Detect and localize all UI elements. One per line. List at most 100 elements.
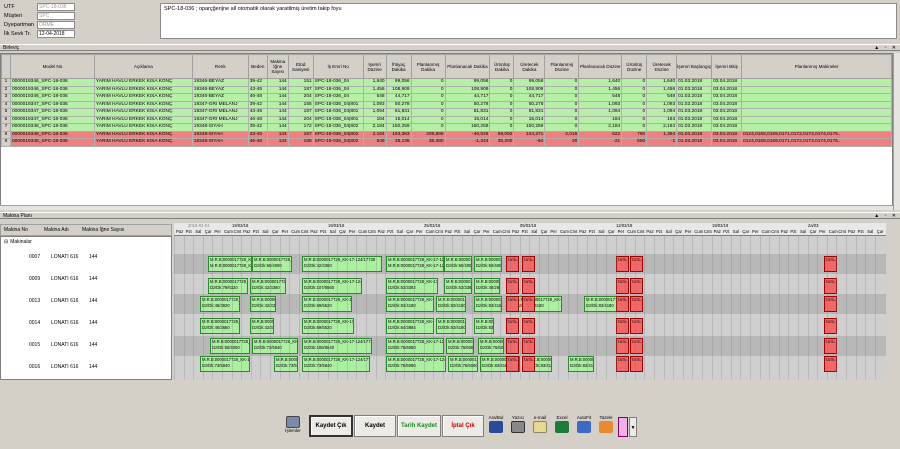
memo-field[interactable]: SPC-18-036 ; oparçğerijne all otomatik o… [160,3,897,39]
cell-bit[interactable]: 03.04.2018 [711,85,743,94]
cell-plncd[interactable]: 1,456 [578,85,623,94]
column-header-14[interactable]: Planlanacak Düzine [578,54,623,79]
kaydet-cik-button[interactable]: Kaydet Çık [309,415,353,437]
cell-urun[interactable]: 0 [489,100,515,109]
cell-duz[interactable]: 1,640 [362,78,387,87]
cell-urund[interactable]: 790 [621,130,648,139]
cell-desc[interactable]: YARIM HAVLU ERKEK KISA KONÇ [93,93,193,102]
cell-ihtiyac[interactable]: 15,014 [385,115,412,124]
tatil-block[interactable]: TATİL [616,356,629,372]
cell-etud[interactable]: 168 [287,138,314,147]
cell-beden[interactable]: 39-42 [247,123,268,132]
cell-urun[interactable]: 0 [489,115,515,124]
cell-renk[interactable]: 19346-BEYAZ [191,78,249,87]
cell-uretd[interactable]: 1,640 [646,78,678,87]
cell-renk[interactable]: 19347-GRİ MELANJ [191,100,249,109]
cell-model[interactable]: 0000019348_SPC-18-036 [9,138,95,147]
ara-bul-button[interactable]: Ara/Bul [486,415,506,439]
cell-uret[interactable]: 99,056 [513,78,546,87]
plan-bar[interactable]: M.R.B:0000017728_KK-17-124/17728Dz/Dk:48… [474,278,500,294]
cell-bas[interactable]: 01.03.2018 [676,93,713,102]
cell-urun[interactable]: 59,092 [489,130,515,139]
cell-igne[interactable]: 144 [266,138,289,147]
cell-uretd[interactable]: 2,184 [646,123,678,132]
table-row[interactable]: 8 0000019348_SPC-18-036 YARIM HAVLU ERKEK … [1,130,892,139]
tatil-block[interactable]: TATİL [630,278,643,294]
tatil-block[interactable]: TATİL [616,278,629,294]
cell-beden[interactable]: 43-45 [247,130,268,139]
cell-mak[interactable] [741,108,892,117]
tatil-block[interactable]: TATİL [616,296,629,312]
row-number[interactable]: 4 [1,100,11,109]
cell-igne[interactable]: 144 [266,123,289,132]
cell-plnc[interactable]: 44,717 [444,93,491,102]
row-number[interactable]: 8 [1,130,11,139]
grid-horizontal-scrollbar[interactable] [0,205,893,210]
cell-duz[interactable]: 1,093 [362,100,387,109]
plan-bar[interactable]: M.R.B:0000017728_KK-17-124/17728Dz/Dk:83… [386,296,434,312]
row-number[interactable]: 3 [1,93,11,102]
cell-plncd[interactable]: 184 [578,115,623,124]
cell-renk[interactable]: 19348-SİYAH [191,130,249,139]
email-button[interactable]: e-mail [530,415,550,439]
cell-plmd[interactable]: 0 [544,78,580,87]
cell-ihtiyac[interactable]: 99,056 [385,78,412,87]
cell-uret[interactable]: 50,278 [513,100,546,109]
tatil-block[interactable]: TATİL [630,318,643,334]
plan-bar[interactable]: M.R.B:0000017728_KK-17-124/17728Dz/Dk:46… [200,318,240,334]
cell-plm[interactable]: 0 [410,123,446,132]
cell-igne[interactable]: 144 [266,78,289,87]
column-header-19[interactable]: Planlanmış Makineler [741,54,892,79]
cell-mak[interactable] [741,93,892,102]
cell-urun[interactable]: 0 [489,85,515,94]
cell-model[interactable]: 0000019346_SPC-18-036 [9,93,95,102]
tatil-block[interactable]: TATİL [630,338,643,354]
cell-plncd[interactable]: 1,094 [578,108,623,117]
tatil-block[interactable]: TATİL [506,338,519,354]
cell-beden[interactable]: 39-42 [247,78,268,87]
cell-isemri[interactable]: SPC-18-036_04|802 [312,130,364,139]
cell-uretd[interactable]: 1,094 [646,108,678,117]
cell-ihtiyac[interactable]: 163,363 [385,130,412,139]
cell-beden[interactable]: 46-48 [247,138,268,147]
cell-renk[interactable]: 19348-SİYAH [191,123,249,132]
cell-renk[interactable]: 19346-BEYAZ [191,93,249,102]
cell-plncd[interactable]: 2,184 [578,123,623,132]
cell-beden[interactable]: 39-42 [247,100,268,109]
row-number[interactable]: 1 [1,78,11,87]
row-number[interactable]: 5 [1,108,11,117]
cell-bas[interactable]: 01.03.2018 [676,123,713,132]
cell-igne[interactable]: 144 [266,85,289,94]
plan-bar[interactable]: M.R.B:0000017728_KK-17-124/17728Dz/Dk:73… [302,356,370,372]
column-header-2[interactable]: Renk [191,54,249,79]
cell-bas[interactable]: 01.03.2018 [676,78,713,87]
cell-uret[interactable]: 108,909 [513,85,546,94]
cell-urun[interactable]: 0 [489,78,515,87]
cell-urund[interactable]: 0 [621,85,648,94]
cell-bas[interactable]: 01.03.2018 [676,130,713,139]
cell-model[interactable]: 0000019346_SPC-18-036 [9,78,95,87]
cell-ihtiyac[interactable]: 44,717 [385,93,412,102]
cell-plncd[interactable]: 548 [578,93,623,102]
cell-plmd[interactable]: 0 [544,108,580,117]
cell-duz[interactable]: 1,456 [362,85,387,94]
color-swatch[interactable] [618,417,628,437]
cell-uret[interactable]: 81,831 [513,108,546,117]
cell-bas[interactable]: 01.03.2018 [676,138,713,147]
cell-plm[interactable]: 0 [410,100,446,109]
cell-plm[interactable]: 0 [410,78,446,87]
cell-igne[interactable]: 144 [266,115,289,124]
cell-urund[interactable]: 550 [621,138,648,147]
column-header-12[interactable]: Üretecek Dakika [513,54,546,79]
column-header-9[interactable]: Planlanmış Dakika [410,54,446,79]
cell-model[interactable]: 0000019347_SPC-18-036 [9,115,95,124]
plan-bar[interactable]: M.R.B:0000017728_KK-17-124/17728Dz/Dk:76… [446,338,474,354]
row-number[interactable]: 7 [1,123,11,132]
column-header-5[interactable]: Etüd Saniyesi [287,54,314,79]
cell-model[interactable]: 0000019347_SPC-18-036 [9,100,95,109]
tatil-block[interactable]: TATİL [616,318,629,334]
cell-duz[interactable]: 1,094 [362,108,387,117]
cell-plnc[interactable]: 108,909 [444,85,491,94]
cell-bit[interactable]: 03.04.2018 [711,138,743,147]
machine-row[interactable]: 0013 LONATI 616 144 [1,291,171,311]
